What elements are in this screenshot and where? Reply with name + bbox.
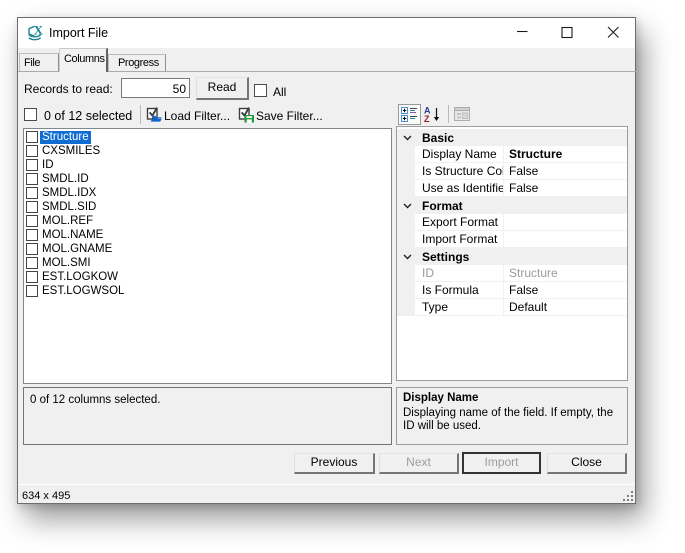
svg-text:Z: Z bbox=[424, 114, 430, 123]
